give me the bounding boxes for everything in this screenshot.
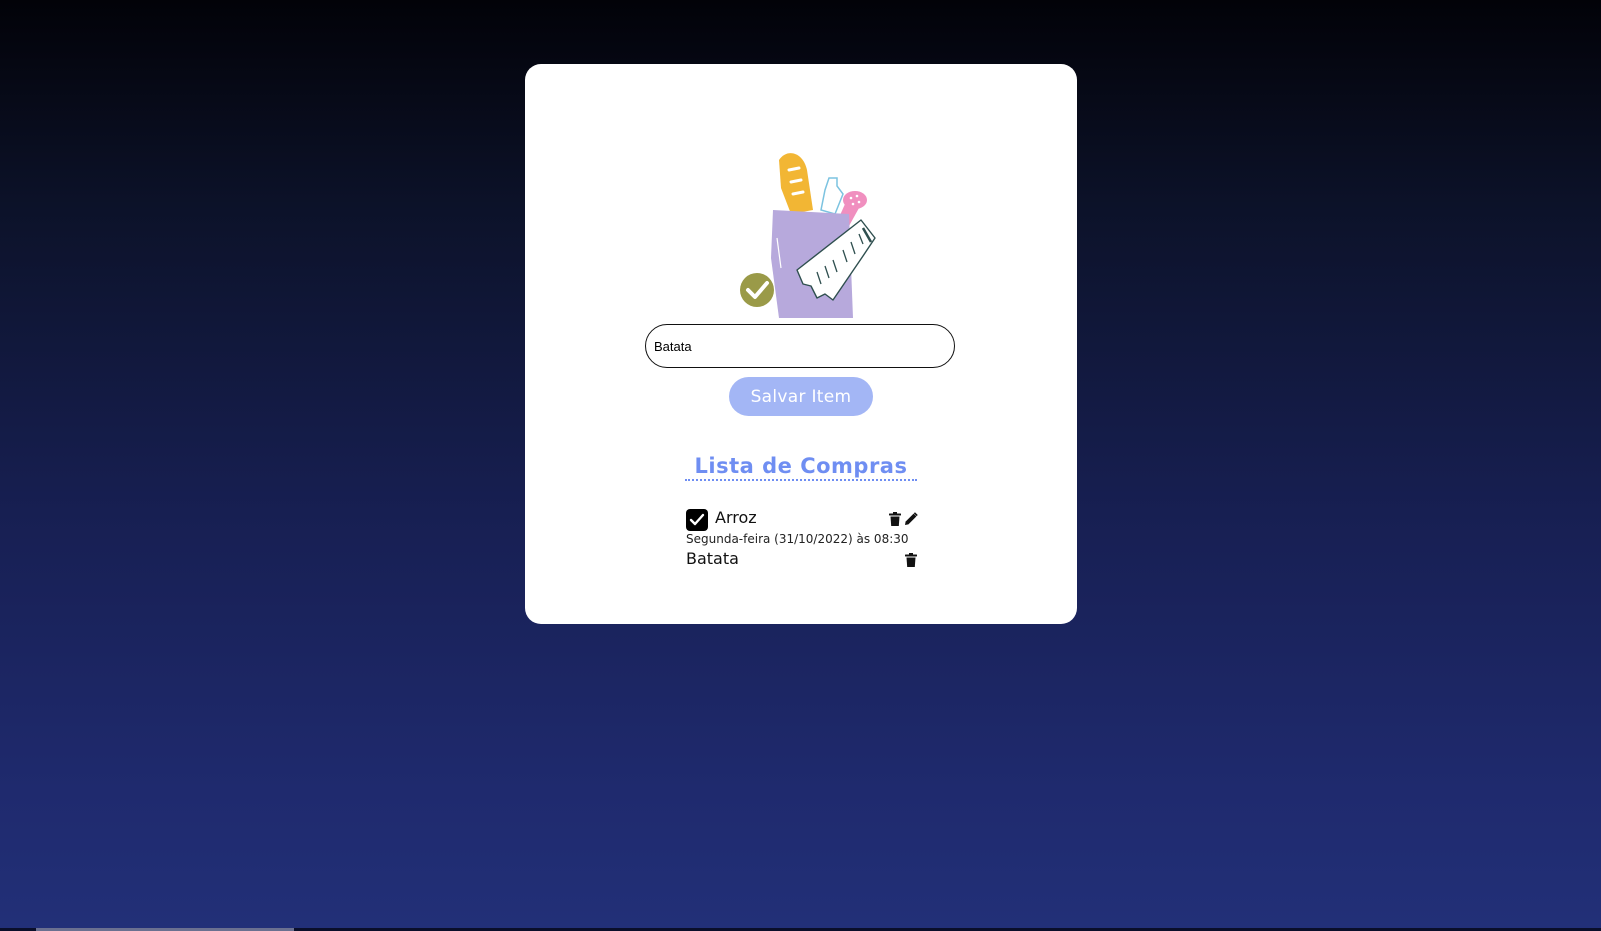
item-date: Segunda-feira (31/10/2022) às 08:30 (686, 532, 909, 546)
save-item-button[interactable]: Salvar Item (729, 377, 873, 416)
item-label: Arroz (715, 508, 757, 527)
list-item: Batata (686, 548, 918, 572)
pencil-icon[interactable] (904, 511, 918, 527)
trash-icon[interactable] (889, 511, 903, 527)
item-checkbox[interactable] (686, 509, 708, 531)
item-label: Batata (686, 549, 739, 568)
checkmark-icon (689, 513, 705, 526)
shopping-list: Arroz Segunda-feira (31/10/2022) às 08:3… (686, 507, 918, 572)
item-input[interactable] (645, 324, 955, 368)
shopping-list-title: Lista de Compras (685, 453, 917, 481)
list-item: Arroz (686, 507, 918, 531)
trash-icon[interactable] (905, 552, 919, 568)
shopping-card: Salvar Item Lista de Compras Arroz (525, 64, 1077, 624)
grocery-bag-illustration (740, 153, 876, 318)
